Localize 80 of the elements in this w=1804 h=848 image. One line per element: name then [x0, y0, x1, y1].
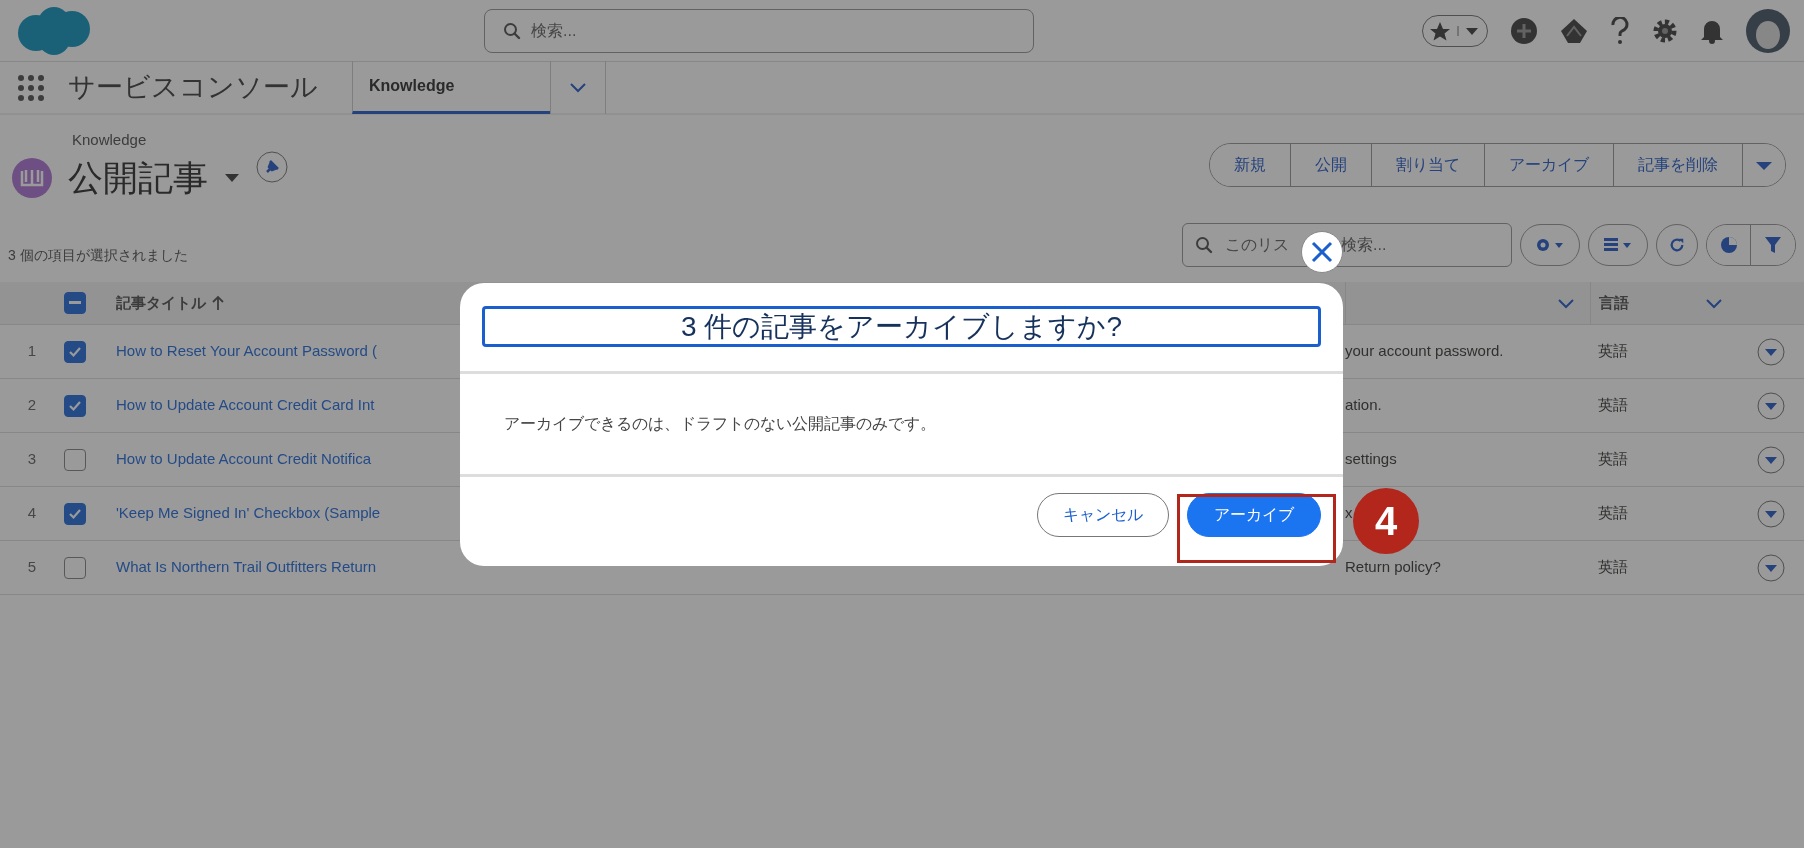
search-placeholder: 検索...: [531, 20, 577, 41]
mountain-icon[interactable]: [1560, 17, 1588, 44]
table-cell-text: your account password.: [1345, 341, 1504, 362]
confirm-button[interactable]: アーカイブ: [1187, 493, 1321, 537]
object-label: Knowledge: [72, 130, 148, 150]
table-cell-text: x: [1345, 503, 1353, 524]
article-title-link[interactable]: 'Keep Me Signed In' Checkbox (Sample: [116, 502, 381, 525]
table-cell-text: 英語: [1598, 449, 1628, 470]
gear-icon: [1535, 237, 1565, 253]
refresh-button[interactable]: [1656, 224, 1698, 266]
table-cell-text: 英語: [1598, 395, 1628, 416]
refresh-icon: [1669, 236, 1685, 254]
avatar-icon[interactable]: [1746, 8, 1790, 53]
checkbox[interactable]: [64, 394, 86, 417]
checkmark-icon: [68, 507, 82, 520]
search-icon: [503, 21, 521, 40]
modal-title: 3 件の記事をアーカイブしますか?: [482, 306, 1321, 347]
table-cell-text: 英語: [1598, 341, 1628, 362]
row-number: 5: [27, 557, 37, 578]
step-number: 4: [1353, 488, 1419, 554]
chevron-down-icon[interactable]: [570, 82, 586, 93]
row-number: 4: [27, 503, 37, 524]
row-number: 2: [27, 395, 37, 416]
checkmark-icon: [68, 345, 82, 358]
row-menu-icon[interactable]: [1757, 445, 1785, 474]
modal-body-text: アーカイブできるのは、ドラフトのない公開記事のみです。: [460, 371, 1343, 477]
checkbox[interactable]: [64, 292, 86, 314]
row-number: 3: [27, 449, 37, 470]
article-title-link[interactable]: How to Update Account Credit Card Int: [116, 394, 375, 417]
page-title: 公開記事: [68, 156, 208, 199]
table-cell-text: settings: [1345, 449, 1397, 470]
settings-menu-button[interactable]: [1520, 224, 1580, 266]
article-title-link[interactable]: What Is Northern Trail Outfitters Return: [116, 556, 377, 579]
checkbox[interactable]: [64, 340, 86, 363]
list-search-field[interactable]: このリス 検索...: [1182, 223, 1512, 267]
row-menu-icon[interactable]: [1757, 499, 1785, 528]
caret-icon[interactable]: [224, 172, 240, 183]
search-placeholder: 検索...: [1341, 235, 1387, 255]
close-icon: [1311, 241, 1333, 263]
pin-icon[interactable]: [256, 150, 288, 183]
chart-button[interactable]: [1707, 225, 1751, 265]
article-title-link[interactable]: How to Reset Your Account Password (: [116, 340, 377, 363]
table-cell-text: 英語: [1598, 503, 1628, 524]
row-menu-icon[interactable]: [1757, 391, 1785, 420]
caret-icon: [1755, 160, 1773, 171]
table-cell-text: 英語: [1598, 557, 1628, 578]
search-field[interactable]: 検索...: [484, 8, 1034, 53]
checkmark-icon: [68, 399, 82, 412]
table-cell-text: ation.: [1345, 395, 1382, 416]
checkbox[interactable]: [64, 502, 86, 525]
selection-info: 3 個の項目が選択されました: [8, 246, 188, 265]
sort-arrow-icon[interactable]: [212, 295, 224, 311]
display-menu-button[interactable]: [1588, 224, 1648, 266]
nav-tab[interactable]: Knowledge: [352, 61, 550, 114]
row-menu-icon[interactable]: [1757, 337, 1785, 366]
table-icon: [1603, 237, 1633, 253]
settings-icon[interactable]: [1652, 17, 1678, 44]
chevron-down-icon[interactable]: [1558, 298, 1574, 309]
search-icon: [1195, 236, 1213, 254]
search-placeholder: このリス: [1225, 235, 1289, 255]
article-title-link[interactable]: How to Update Account Credit Notifica: [116, 448, 372, 471]
row-menu-icon[interactable]: [1757, 553, 1785, 582]
column-header[interactable]: 記事タイトル: [116, 291, 206, 315]
filter-icon: [1764, 236, 1782, 254]
pie-chart-icon: [1719, 236, 1738, 254]
row-number: 1: [27, 341, 37, 362]
close-button[interactable]: [1301, 231, 1343, 273]
add-icon[interactable]: [1510, 16, 1538, 45]
checkbox[interactable]: [64, 448, 86, 471]
app-launcher-icon[interactable]: [18, 74, 44, 101]
action-button[interactable]: 新規: [1210, 144, 1291, 186]
cancel-button[interactable]: キャンセル: [1037, 493, 1169, 537]
checkbox[interactable]: [64, 556, 86, 579]
table-cell-text: Return policy?: [1345, 557, 1441, 578]
app-name: サービスコンソール: [68, 71, 318, 105]
chevron-down-icon[interactable]: [1706, 298, 1722, 309]
help-icon[interactable]: [1610, 16, 1630, 45]
book-icon: [12, 157, 52, 198]
dash-icon: [69, 301, 81, 305]
column-header[interactable]: 言語: [1599, 291, 1629, 315]
